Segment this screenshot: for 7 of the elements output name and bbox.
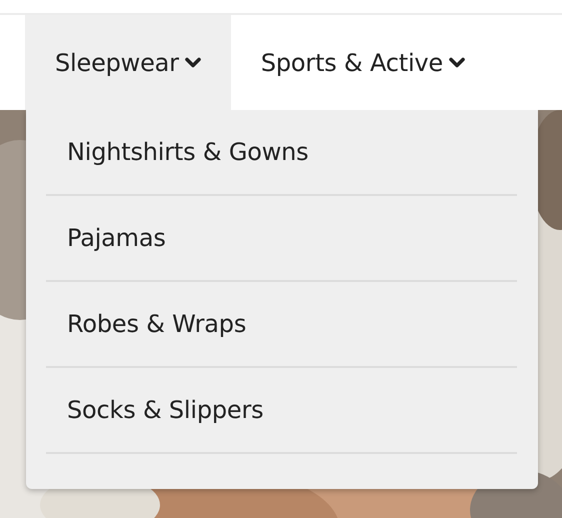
nav-tab[interactable]: Sleepwear [25,15,231,110]
chevron-down-icon [449,56,465,68]
menu-item[interactable]: Pajamas [46,196,517,282]
chevron-down-icon [184,56,201,68]
menu-item[interactable]: Nightshirts & Gowns [46,110,517,196]
menu-item[interactable]: Robes & Wraps [46,282,517,368]
menu-item[interactable]: Socks & Slippers [46,368,517,454]
